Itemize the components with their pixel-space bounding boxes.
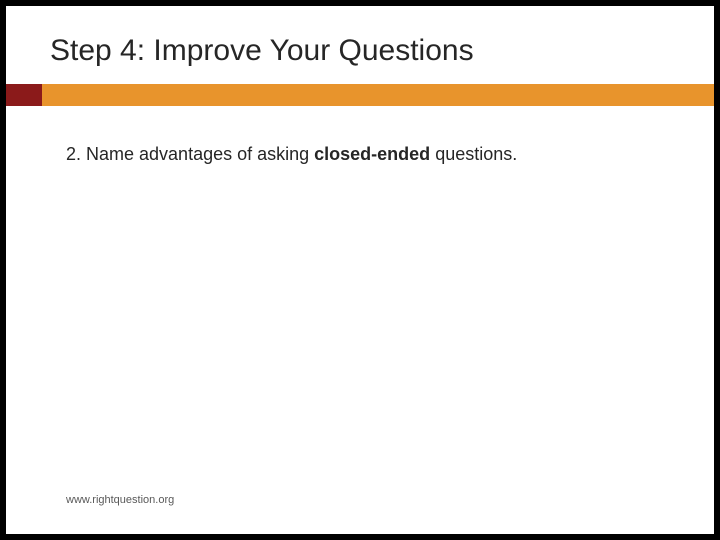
accent-bar xyxy=(6,84,714,106)
slide-title: Step 4: Improve Your Questions xyxy=(50,34,474,68)
footer-text: www.rightquestion.org xyxy=(66,494,174,506)
slide-container: Step 4: Improve Your Questions 2. Name a… xyxy=(6,6,714,534)
body-text: 2. Name advantages of asking closed-ende… xyxy=(66,144,517,165)
body-suffix: questions. xyxy=(430,144,517,164)
body-bold: closed-ended xyxy=(314,144,430,164)
accent-bar-right xyxy=(42,84,714,106)
body-prefix: 2. Name advantages of asking xyxy=(66,144,314,164)
accent-bar-left xyxy=(6,84,42,106)
